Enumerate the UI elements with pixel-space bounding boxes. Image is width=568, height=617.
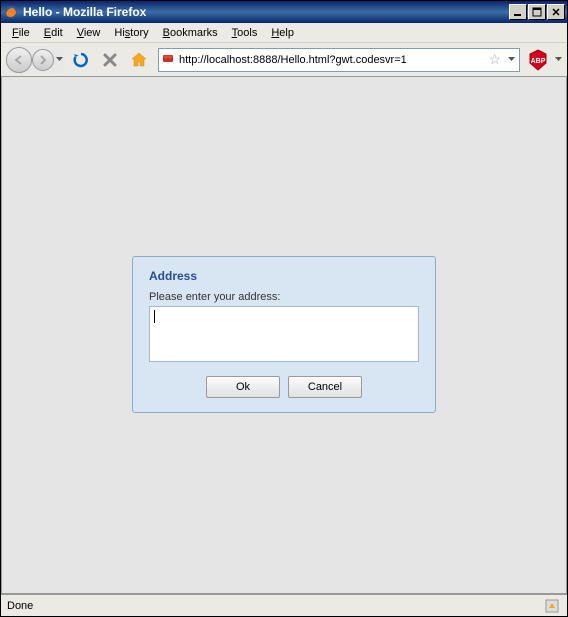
dialog-title: Address [149,269,419,283]
titlebar: Hello - Mozilla Firefox [1,1,567,23]
url-dropdown-icon[interactable] [505,57,517,62]
menu-edit[interactable]: Edit [37,25,70,41]
menubar: File Edit View History Bookmarks Tools H… [1,23,567,43]
menu-history[interactable]: History [107,25,155,41]
nav-history-dropdown[interactable] [54,57,64,62]
cancel-button[interactable]: Cancel [288,376,362,398]
reload-button[interactable] [68,47,94,73]
address-input[interactable] [149,306,419,362]
stop-button[interactable] [97,47,123,73]
abp-dropdown[interactable] [553,57,563,62]
menu-file[interactable]: File [5,25,37,41]
status-plugin-icon[interactable] [543,597,561,615]
maximize-button[interactable] [528,4,546,20]
site-icon [161,51,175,68]
url-bar[interactable]: http://localhost:8888/Hello.html?gwt.cod… [158,48,520,72]
dialog-label: Please enter your address: [149,291,419,303]
page-content: Address Please enter your address: Ok Ca… [1,77,567,594]
menu-view[interactable]: View [70,25,108,41]
bookmark-star-icon[interactable]: ☆ [488,51,501,68]
dialog-button-row: Ok Cancel [149,376,419,398]
back-button[interactable] [6,47,32,73]
status-text: Done [7,600,33,612]
statusbar: Done [1,594,567,616]
browser-window: Hello - Mozilla Firefox File Edit View H… [0,0,568,617]
forward-button[interactable] [32,49,54,71]
ok-button[interactable]: Ok [206,376,280,398]
address-dialog: Address Please enter your address: Ok Ca… [132,256,436,413]
svg-text:ABP: ABP [531,58,546,65]
toolbar: http://localhost:8888/Hello.html?gwt.cod… [1,43,567,77]
menu-tools[interactable]: Tools [225,25,265,41]
menu-bookmarks[interactable]: Bookmarks [156,25,225,41]
home-button[interactable] [126,47,152,73]
firefox-icon [3,4,19,20]
menu-help[interactable]: Help [264,25,301,41]
abp-icon[interactable]: ABP [526,48,550,72]
nav-button-group [5,46,65,74]
minimize-button[interactable] [509,4,527,20]
url-text[interactable]: http://localhost:8888/Hello.html?gwt.cod… [179,54,484,66]
window-controls [508,4,565,20]
window-title: Hello - Mozilla Firefox [23,5,508,19]
close-button[interactable] [547,4,565,20]
